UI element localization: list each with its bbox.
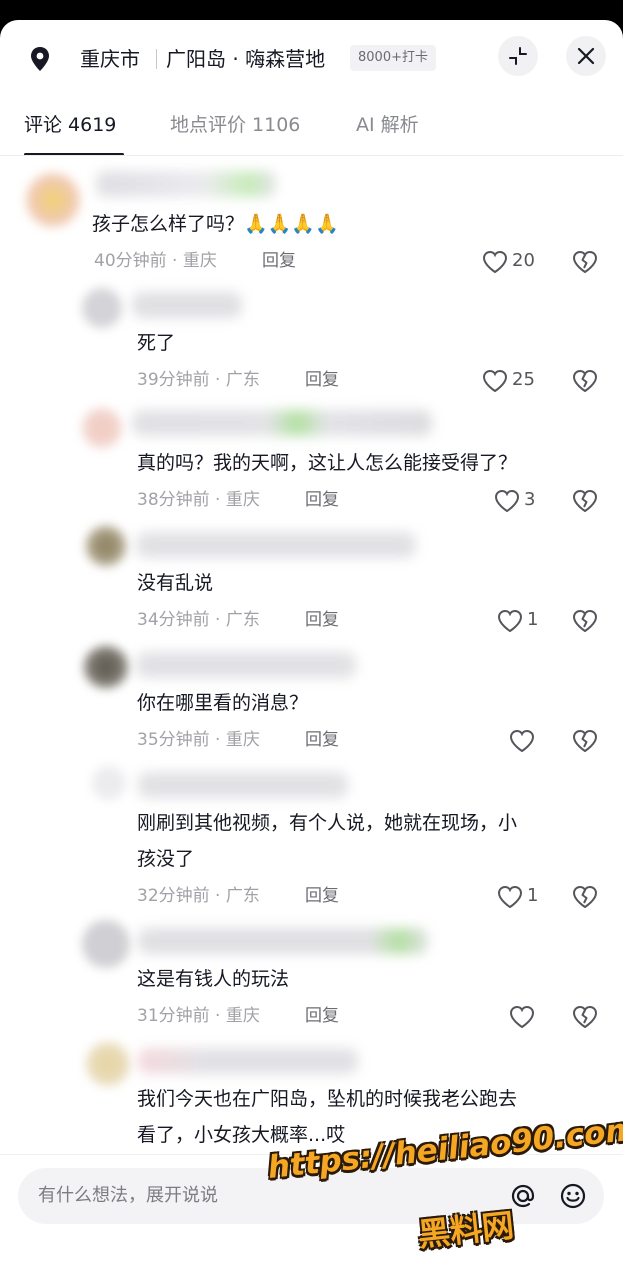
tab-ai-analysis[interactable]: AI 解析 [356, 108, 419, 142]
tab-comments[interactable]: 评论 4619 [24, 108, 116, 142]
avatar[interactable] [86, 1042, 130, 1086]
reply-item: 没有乱说 34分钟前 · 广东 回复 1 [0, 522, 623, 642]
location-header: 重庆市 广阳岛 · 嗨森营地 8000+打卡 [0, 20, 623, 100]
reply-button[interactable]: 回复 [305, 1003, 339, 1029]
heart-icon[interactable] [482, 250, 508, 274]
like-count: 1 [527, 609, 539, 630]
at-icon[interactable] [508, 1181, 538, 1211]
reply-item: 刚刷到其他视频，有个人说，她就在现场，小 孩没了 32分钟前 · 广东 回复 1 [0, 762, 623, 918]
comment-meta: 39分钟前 · 广东 [137, 370, 260, 390]
broken-heart-icon[interactable] [572, 488, 598, 514]
reply-button[interactable]: 回复 [305, 487, 339, 513]
comment-meta: 34分钟前 · 广东 [137, 610, 260, 630]
comment-meta: 31分钟前 · 重庆 [137, 1006, 260, 1026]
comment-text: 你在哪里看的消息？ [137, 692, 309, 714]
username-redacted[interactable] [96, 171, 276, 197]
comment-text-line: 刚刷到其他视频，有个人说，她就在现场，小 [137, 812, 518, 834]
comment-text: 没有乱说 [137, 572, 214, 594]
username-redacted[interactable] [138, 928, 428, 954]
comment-meta: 38分钟前 · 重庆 [137, 490, 260, 510]
reply-item: 你在哪里看的消息？ 35分钟前 · 重庆 回复 [0, 642, 623, 762]
avatar[interactable] [92, 766, 126, 800]
reply-item: 死了 39分钟前 · 广东 回复 25 [0, 282, 623, 402]
avatar[interactable] [84, 646, 128, 688]
comment-meta: 40分钟前 · 重庆 [94, 251, 217, 271]
heart-icon[interactable] [497, 885, 523, 909]
username-redacted[interactable] [132, 410, 432, 436]
broken-heart-icon[interactable] [572, 608, 598, 634]
reply-button[interactable]: 回复 [262, 248, 296, 274]
comment-text-line: 我们今天也在广阳岛，坠机的时候我老公跑去 [137, 1088, 518, 1110]
reply-button[interactable]: 回复 [305, 727, 339, 753]
reply-item: 这是有钱人的玩法 31分钟前 · 重庆 回复 [0, 918, 623, 1038]
comment-text: 真的吗？我的天啊，这让人怎么能接受得了？ [137, 452, 518, 474]
like-count: 3 [524, 489, 536, 510]
location-separator [156, 49, 157, 69]
reply-button[interactable]: 回复 [305, 607, 339, 633]
heart-icon[interactable] [497, 609, 523, 633]
comment-input-placeholder: 有什么想法，展开说说 [38, 1185, 218, 1206]
like-count: 25 [512, 369, 535, 390]
heart-icon[interactable] [509, 1005, 535, 1029]
username-redacted[interactable] [138, 1048, 358, 1074]
broken-heart-icon[interactable] [572, 728, 598, 754]
minimize-icon [509, 47, 527, 65]
tab-place-reviews[interactable]: 地点评价 1106 [170, 108, 300, 142]
broken-heart-icon[interactable] [572, 884, 598, 910]
comment-text: 死了 [137, 332, 176, 354]
comment-text-line: 孩没了 [137, 848, 195, 870]
location-city[interactable]: 重庆市 [80, 42, 140, 76]
heart-icon[interactable] [482, 369, 508, 393]
reply-button[interactable]: 回复 [305, 367, 339, 393]
broken-heart-icon[interactable] [572, 1004, 598, 1030]
comment-text: 这是有钱人的玩法 [137, 968, 290, 990]
tabs-divider [0, 155, 623, 156]
emoji-icon[interactable] [558, 1181, 588, 1211]
comment-text: 孩子怎么样了吗？🙏🙏🙏🙏 [92, 213, 339, 235]
avatar[interactable] [82, 288, 122, 328]
tab-bar: 评论 4619 地点评价 1106 AI 解析 [0, 108, 623, 156]
avatar[interactable] [86, 526, 126, 566]
like-count: 1 [527, 885, 539, 906]
username-redacted[interactable] [136, 652, 356, 678]
broken-heart-icon[interactable] [572, 249, 598, 275]
avatar[interactable] [82, 408, 122, 448]
username-redacted[interactable] [136, 532, 416, 558]
avatar[interactable] [82, 920, 130, 968]
comment-meta: 32分钟前 · 广东 [137, 886, 260, 906]
comments-sheet: 重庆市 广阳岛 · 嗨森营地 8000+打卡 评论 4619 地点评价 1106… [0, 20, 623, 1280]
checkin-count-badge: 8000+打卡 [350, 45, 436, 71]
like-count: 20 [512, 250, 535, 271]
comment-item: 孩子怎么样了吗？🙏🙏🙏🙏 40分钟前 · 重庆 回复 20 [0, 165, 623, 285]
username-redacted[interactable] [138, 772, 348, 798]
heart-icon[interactable] [494, 489, 520, 513]
username-redacted[interactable] [132, 292, 242, 318]
location-pin-icon [31, 47, 49, 71]
close-button[interactable] [566, 36, 606, 76]
close-icon [577, 47, 595, 65]
reply-item: 真的吗？我的天啊，这让人怎么能接受得了？ 38分钟前 · 重庆 回复 3 [0, 402, 623, 522]
broken-heart-icon[interactable] [572, 368, 598, 394]
reply-button[interactable]: 回复 [305, 883, 339, 909]
location-place[interactable]: 广阳岛 · 嗨森营地 [166, 42, 325, 76]
minimize-button[interactable] [498, 36, 538, 76]
comment-meta: 35分钟前 · 重庆 [137, 730, 260, 750]
heart-icon[interactable] [509, 729, 535, 753]
avatar[interactable] [26, 173, 80, 227]
